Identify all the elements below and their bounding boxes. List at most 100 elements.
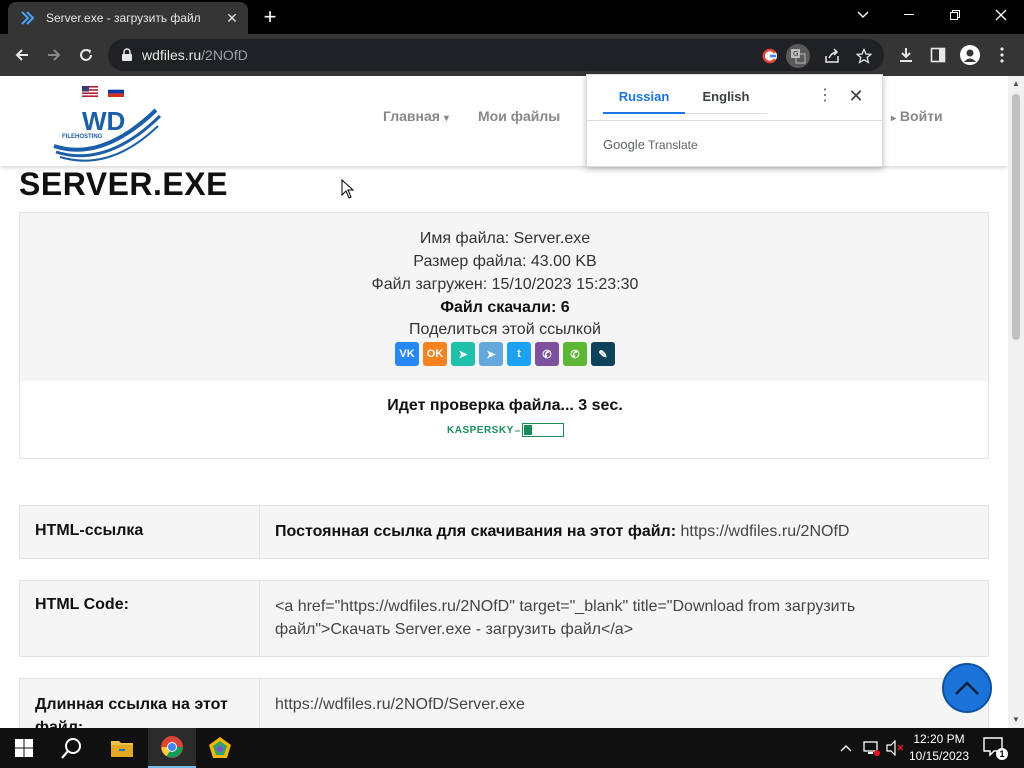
scroll-down-arrow-icon[interactable]: ▼ [1008, 712, 1024, 728]
tab-target-language[interactable]: English [685, 89, 767, 114]
new-tab-button[interactable]: + [258, 6, 282, 30]
file-check-panel: Идет проверка файла... 3 sec. KASPERSKY … [19, 381, 989, 459]
file-size: Размер файла: 43.00 KB [413, 253, 597, 270]
download-count: Файл скачали: 6 [440, 299, 570, 316]
share-page-button[interactable] [820, 44, 844, 68]
tab-close-icon[interactable]: ✕ [224, 10, 240, 26]
html-code-row: HTML Code: <a href="https://wdfiles.ru/2… [19, 580, 989, 657]
scroll-up-arrow-icon[interactable]: ▲ [1008, 76, 1024, 92]
html-link-value: Постоянная ссылка для скачивания на этот… [260, 506, 990, 558]
forward-button[interactable] [40, 41, 68, 69]
kaspersky-lab-mark: lab [514, 427, 521, 433]
sms-icon[interactable]: ➤ [451, 342, 475, 366]
tab-source-language[interactable]: Russian [603, 89, 685, 114]
web-page: WD FILEHOSTING Главная ▾ Мои файлы ▸ Вой… [0, 76, 1008, 728]
google-lens-button[interactable] [758, 44, 782, 68]
chevron-up-icon [955, 681, 979, 695]
reload-icon [80, 49, 92, 61]
minimize-button[interactable] [886, 0, 932, 30]
twitter-icon[interactable]: t [507, 342, 531, 366]
html-link-label: HTML-ссылка [20, 506, 260, 558]
svg-text:G: G [793, 50, 798, 58]
vk-icon[interactable]: VK [395, 342, 419, 366]
logo-text: WD [82, 106, 125, 136]
side-panel-icon [930, 47, 946, 63]
star-icon [856, 48, 872, 64]
forward-arrow-icon [48, 49, 61, 61]
profile-button[interactable] [958, 43, 982, 67]
back-arrow-icon [15, 49, 28, 61]
long-link-url[interactable]: https://wdfiles.ru/2NOfD/Server.exe [260, 679, 990, 728]
taskbar: 12:20 PM 10/15/2023 1 [0, 728, 1024, 768]
download-icon [900, 48, 912, 62]
downloads-button[interactable] [894, 43, 918, 67]
tab-strip: Server.exe - загрузить файл ✕ + [0, 0, 1024, 34]
google-translate-brand: Google Translate [603, 137, 698, 152]
translate-options-icon[interactable]: ⋮ [817, 88, 833, 105]
system-clock[interactable]: 12:20 PM 10/15/2023 [906, 731, 972, 765]
nav-my-files-label: Мои файлы [478, 108, 561, 124]
lock-icon [122, 48, 132, 61]
translate-close-icon[interactable]: ✕ [847, 87, 865, 105]
address-bar[interactable]: wdfiles.ru/2NOfD G [108, 39, 884, 71]
url-path: /2NOfD [201, 47, 248, 63]
page-scrollbar[interactable]: ▲ ▼ [1008, 76, 1024, 728]
scroll-to-top-button[interactable] [942, 663, 992, 713]
app-taskbar-button[interactable] [196, 728, 244, 768]
file-name: Имя файла: Server.exe [419, 230, 591, 247]
html-link-row: HTML-ссылка Постоянная ссылка для скачив… [19, 505, 989, 559]
chevron-down-icon [857, 11, 869, 18]
tray-overflow-icon[interactable] [840, 740, 852, 755]
site-favicon-icon [21, 11, 35, 25]
site-logo[interactable]: WD FILEHOSTING [52, 100, 162, 164]
us-flag-icon[interactable] [82, 86, 98, 97]
restore-button[interactable] [932, 0, 978, 30]
close-window-button[interactable] [978, 0, 1024, 30]
nav-login-label: Войти [899, 108, 943, 124]
reload-button[interactable] [72, 41, 100, 69]
html-link-url[interactable]: https://wdfiles.ru/2NOfD [681, 523, 850, 540]
nav-login[interactable]: ▸ Войти [891, 108, 943, 124]
bookmark-button[interactable] [852, 44, 876, 68]
translate-divider [587, 120, 882, 121]
whatsapp-icon[interactable]: ✆ [563, 342, 587, 366]
nav-home[interactable]: Главная ▾ [383, 108, 449, 124]
html-link-prefix: Постоянная ссылка для скачивания на этот… [275, 523, 677, 540]
browser-menu-button[interactable] [990, 43, 1014, 67]
odnoklassniki-icon[interactable]: OK [423, 342, 447, 366]
page-title: SERVER.EXE [19, 166, 228, 202]
side-panel-button[interactable] [926, 43, 950, 67]
minimize-icon [904, 14, 914, 15]
html-code-value[interactable]: <a href="https://wdfiles.ru/2NOfD" targe… [260, 581, 990, 656]
livejournal-icon[interactable]: ✎ [591, 342, 615, 366]
share-label: Поделиться этой ссылкой [409, 321, 601, 338]
notifications-button[interactable]: 1 [982, 736, 1008, 760]
back-button[interactable] [8, 41, 36, 69]
share-buttons: VK OK ➤ ➤ t ✆ ✆ ✎ [395, 342, 615, 366]
volume-muted-icon[interactable] [886, 739, 904, 759]
viber-icon[interactable]: ✆ [535, 342, 559, 366]
translate-wordmark: Translate [648, 138, 698, 152]
translate-popup: Russian English ⋮ ✕ Google Translate [586, 74, 883, 167]
google-wordmark: Google [603, 137, 645, 152]
file-explorer-button[interactable] [98, 728, 146, 768]
browser-toolbar: wdfiles.ru/2NOfD G [0, 34, 1024, 76]
scrollbar-thumb[interactable] [1012, 94, 1020, 340]
avatar-icon [960, 45, 980, 65]
logo-subtext: FILEHOSTING [62, 134, 103, 140]
file-info-panel: Имя файла: Server.exe Размер файла: 43.0… [19, 212, 989, 382]
share-icon [825, 48, 839, 63]
kaspersky-badge: KASPERSKY lab [447, 423, 565, 437]
start-button[interactable] [0, 728, 48, 768]
tab-search-button[interactable] [840, 0, 886, 30]
translate-button[interactable]: G [786, 44, 810, 68]
browser-tab[interactable]: Server.exe - загрузить файл ✕ [8, 2, 248, 34]
network-icon[interactable] [862, 740, 880, 759]
chrome-taskbar-button[interactable] [148, 728, 196, 768]
telegram-icon[interactable]: ➤ [479, 342, 503, 366]
search-button[interactable] [48, 728, 96, 768]
search-icon [61, 738, 81, 759]
nav-my-files[interactable]: Мои файлы [478, 108, 560, 124]
scan-progress-bar [522, 423, 565, 437]
russia-flag-icon[interactable] [108, 86, 124, 97]
